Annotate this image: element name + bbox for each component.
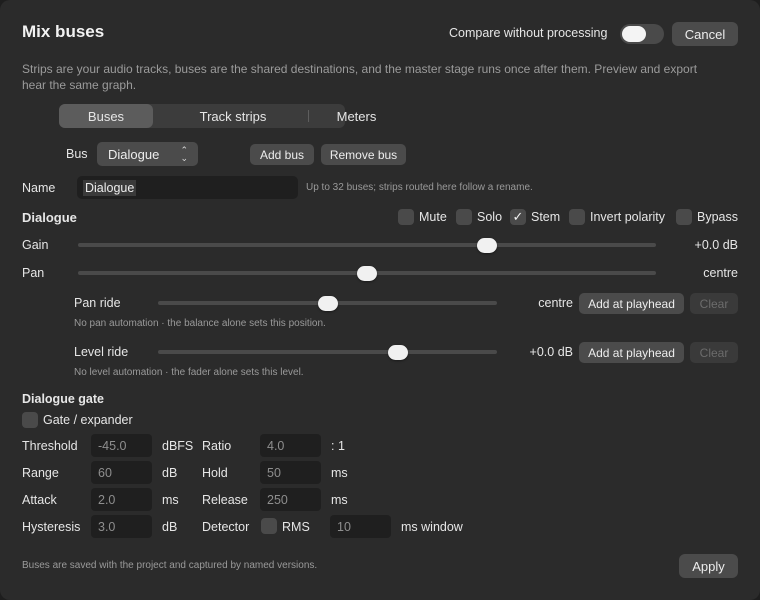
bypass-checkbox[interactable] — [676, 209, 692, 225]
bypass-label: Bypass — [697, 210, 738, 224]
mute-label: Mute — [419, 210, 447, 224]
pan-ride-clear-button[interactable]: Clear — [690, 293, 738, 314]
pan-ride-slider-thumb[interactable] — [317, 296, 338, 311]
hysteresis-unit: dB — [162, 520, 178, 534]
attack-label: Attack — [22, 493, 57, 507]
name-hint: Up to 32 buses; strips routed here follo… — [306, 182, 533, 193]
gain-label: Gain — [22, 238, 49, 252]
stem-label: Stem — [531, 210, 561, 224]
ratio-unit: : 1 — [331, 439, 345, 453]
bus-name-value: Dialogue — [83, 179, 137, 196]
level-ride-value: +0.0 dB — [529, 345, 573, 359]
level-ride-slider-track[interactable] — [158, 350, 497, 354]
threshold-field[interactable]: -45.0 — [91, 434, 152, 457]
threshold-unit: dBFS — [162, 439, 194, 453]
footer-note: Buses are saved with the project and cap… — [22, 560, 318, 571]
pan-ride-value: centre — [538, 296, 573, 310]
rms-checkbox[interactable] — [261, 518, 277, 534]
range-label: Range — [22, 466, 59, 480]
hold-label: Hold — [202, 466, 228, 480]
pan-label: Pan — [22, 266, 45, 280]
gain-slider-thumb[interactable] — [477, 238, 498, 253]
pan-slider-thumb[interactable] — [357, 266, 377, 281]
mix-buses-dialog: Mix buses Compare without processing Can… — [0, 0, 760, 600]
invert-polarity-label: Invert polarity — [590, 210, 666, 224]
release-field[interactable]: 250 — [260, 488, 321, 511]
solo-checkbox[interactable] — [456, 209, 472, 225]
description-text: Strips are your audio tracks, buses are … — [22, 62, 698, 92]
tab-track-strips[interactable]: Track strips — [158, 104, 308, 128]
level-ride-label: Level ride — [74, 345, 129, 359]
compare-label: Compare without processing — [449, 26, 608, 40]
release-label: Release — [202, 493, 248, 507]
tab-meters[interactable]: Meters — [309, 104, 404, 128]
hysteresis-label: Hysteresis — [22, 520, 81, 534]
gate-enable-label: Gate / expander — [43, 413, 133, 427]
threshold-label: Threshold — [22, 439, 78, 453]
level-ride-add-at-playhead-button[interactable]: Add at playhead — [579, 342, 684, 363]
stem-checkbox[interactable]: ✓ — [510, 209, 526, 225]
bus-select-value: Dialogue — [108, 146, 160, 162]
release-unit: ms — [331, 493, 348, 507]
mute-checkbox[interactable] — [398, 209, 414, 225]
tab-buses[interactable]: Buses — [59, 104, 153, 128]
detector-window-field[interactable]: 10 — [330, 515, 391, 538]
level-ride-note: No level automation · the fader alone se… — [74, 367, 304, 378]
ratio-label: Ratio — [202, 439, 232, 453]
add-bus-button[interactable]: Add bus — [250, 144, 314, 165]
pan-ride-note: No pan automation · the balance alone se… — [74, 318, 326, 329]
gate-enable-checkbox[interactable] — [22, 412, 38, 428]
chevron-up-down-icon: ⌃ ⌄ — [180, 145, 188, 163]
pan-ride-label: Pan ride — [74, 296, 121, 310]
view-segmented-control: Buses Track strips Meters — [59, 104, 376, 128]
hysteresis-field[interactable]: 3.0 — [91, 515, 152, 538]
gate-heading: Dialogue gate — [22, 392, 104, 406]
range-unit: dB — [162, 466, 178, 480]
bus-section-heading: Dialogue — [22, 210, 77, 225]
detector-label: Detector — [202, 520, 250, 534]
compare-toggle[interactable] — [620, 24, 664, 44]
hold-unit: ms — [331, 466, 348, 480]
level-ride-clear-button[interactable]: Clear — [690, 342, 738, 363]
cancel-button[interactable]: Cancel — [672, 22, 738, 46]
bus-name-input[interactable]: Dialogue — [77, 176, 298, 199]
checkmark-icon: ✓ — [512, 209, 524, 224]
attack-unit: ms — [162, 493, 179, 507]
hold-field[interactable]: 50 — [260, 461, 321, 484]
rms-label: RMS — [282, 520, 310, 534]
attack-field[interactable]: 2.0 — [91, 488, 152, 511]
ratio-field[interactable]: 4.0 — [260, 434, 321, 457]
range-field[interactable]: 60 — [91, 461, 152, 484]
detector-window-unit: ms window — [401, 520, 463, 534]
dialog-title: Mix buses — [22, 22, 105, 41]
pan-value: centre — [703, 266, 738, 280]
level-ride-slider-thumb[interactable] — [388, 345, 408, 360]
name-label: Name — [22, 181, 56, 195]
bus-select[interactable]: Dialogue ⌃ ⌄ — [97, 142, 198, 166]
bus-label: Bus — [66, 147, 88, 161]
gain-value: +0.0 dB — [694, 238, 738, 252]
pan-ride-add-at-playhead-button[interactable]: Add at playhead — [579, 293, 684, 314]
invert-polarity-checkbox[interactable] — [569, 209, 585, 225]
gain-slider-track[interactable] — [78, 243, 656, 247]
toggle-knob — [622, 26, 646, 42]
remove-bus-button[interactable]: Remove bus — [321, 144, 406, 165]
solo-label: Solo — [477, 210, 503, 224]
apply-button[interactable]: Apply — [679, 554, 738, 578]
